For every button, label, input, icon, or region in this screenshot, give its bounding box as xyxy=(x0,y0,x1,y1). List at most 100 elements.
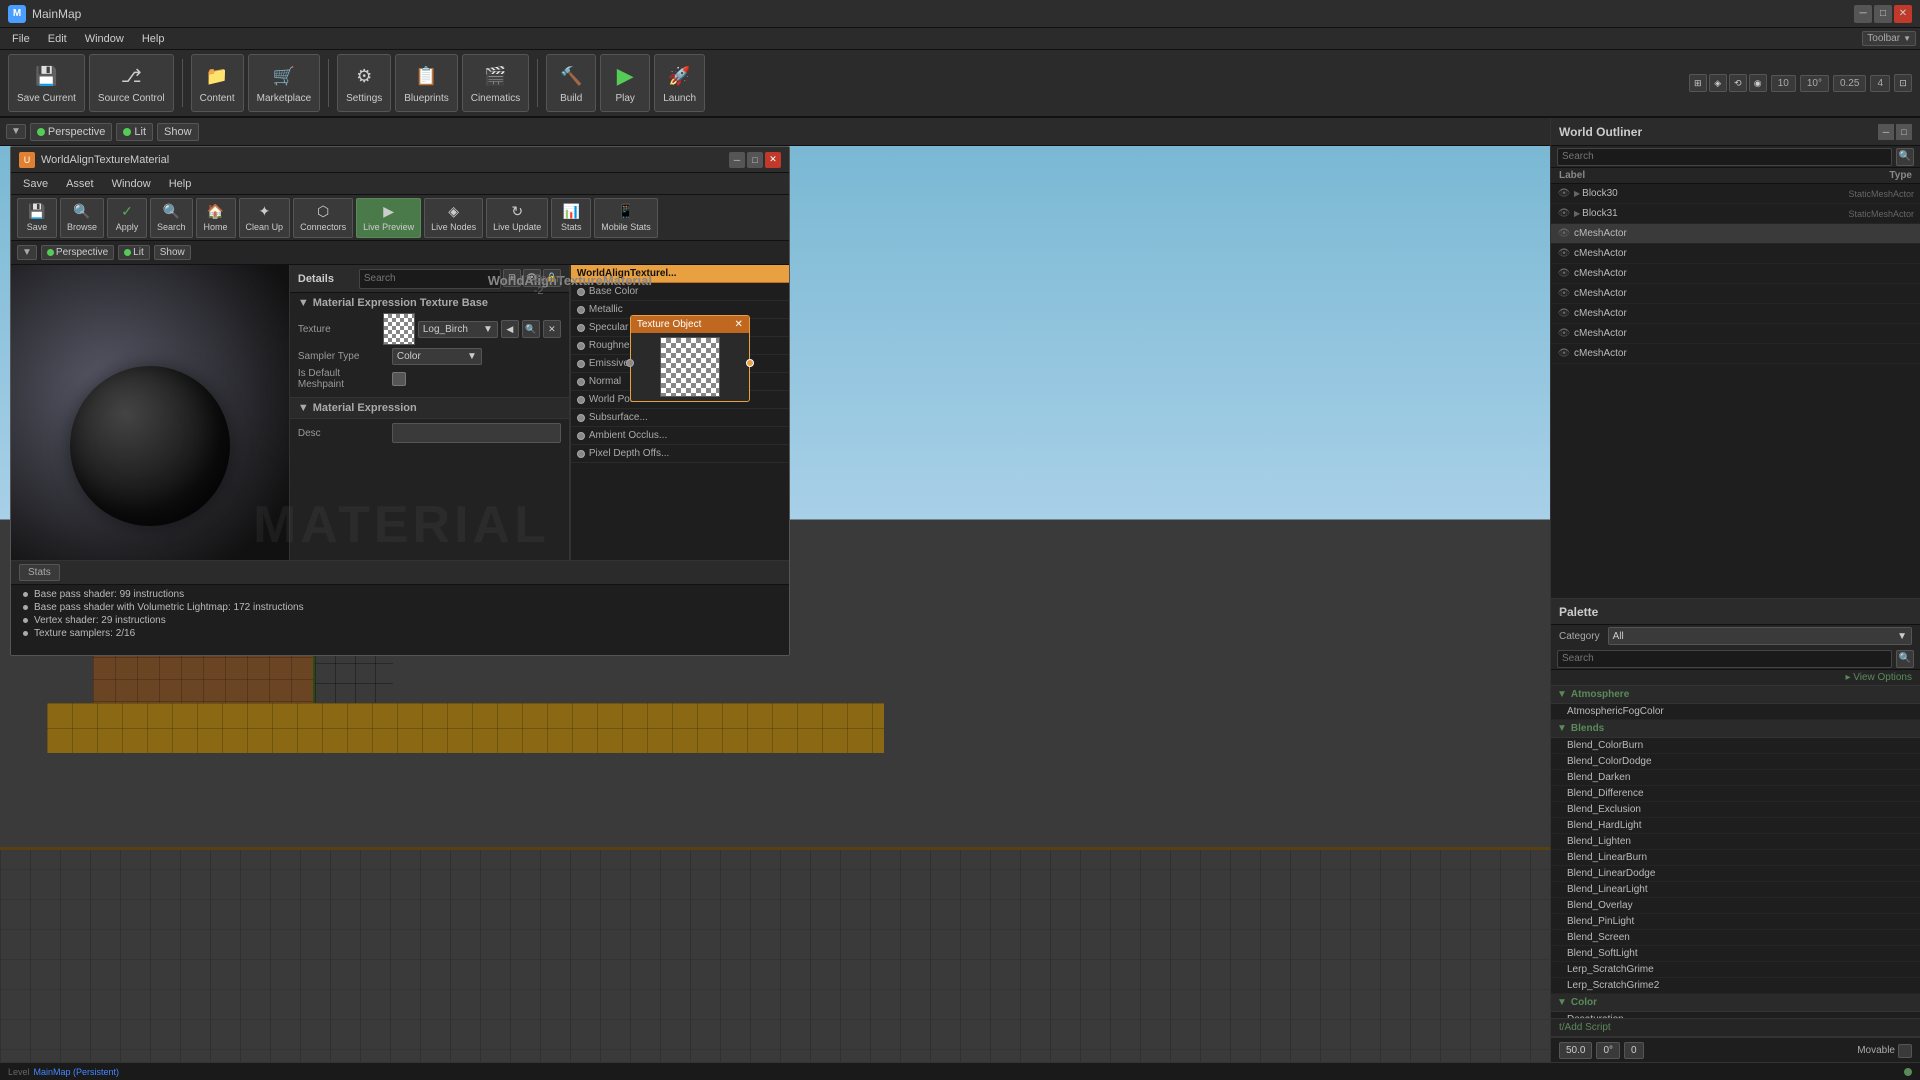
mat-menu-window[interactable]: Window xyxy=(104,176,159,192)
viewport-icon-3[interactable]: ⟲ xyxy=(1729,74,1747,92)
viewport-icon-1[interactable]: ⊞ xyxy=(1689,74,1707,92)
launch-button[interactable]: 🚀 Launch xyxy=(654,54,705,112)
palette-item-blend-lineardodge[interactable]: Blend_LinearDodge xyxy=(1551,866,1920,882)
play-button[interactable]: ▶ Play xyxy=(600,54,650,112)
outliner-row-2[interactable]: 👁 cMeshActor xyxy=(1551,224,1920,244)
outliner-row-4[interactable]: 👁 cMeshActor xyxy=(1551,264,1920,284)
palette-section-atmosphere[interactable]: ▼ Atmosphere xyxy=(1551,686,1920,704)
outliner-row-6[interactable]: 👁 cMeshActor xyxy=(1551,304,1920,324)
tex-node-close[interactable]: ✕ xyxy=(734,319,742,330)
outliner-row-8[interactable]: 👁 cMeshActor xyxy=(1551,344,1920,364)
vp-perspective-btn[interactable]: Perspective xyxy=(30,123,112,141)
content-button[interactable]: 📁 Content xyxy=(191,54,244,112)
mat-menu-help[interactable]: Help xyxy=(161,176,200,192)
outliner-row-5[interactable]: 👁 cMeshActor xyxy=(1551,284,1920,304)
mat-vp-show[interactable]: Show xyxy=(154,245,191,260)
mat-browse-btn[interactable]: 🔍 Browse xyxy=(60,198,104,238)
mat-menu-save[interactable]: Save xyxy=(15,176,56,192)
palette-cat-select[interactable]: All ▼ xyxy=(1608,627,1912,645)
outliner-search-icon[interactable]: 🔍 xyxy=(1896,148,1914,166)
mat-cleanup-btn[interactable]: ✦ Clean Up xyxy=(239,198,291,238)
palette-item-lerp-scratch[interactable]: Lerp_ScratchGrime xyxy=(1551,962,1920,978)
val-field-1[interactable]: 50.0 xyxy=(1559,1042,1592,1059)
vp-perspective-dropdown[interactable]: ▼ xyxy=(6,124,26,139)
mat-sampler-select[interactable]: Color ▼ xyxy=(392,348,482,365)
mat-apply-btn[interactable]: ✓ Apply xyxy=(107,198,147,238)
palette-item-blend-difference[interactable]: Blend_Difference xyxy=(1551,786,1920,802)
source-control-button[interactable]: ⎇ Source Control xyxy=(89,54,174,112)
mat-vp-dropdown[interactable]: ▼ xyxy=(17,245,37,260)
minimize-button[interactable]: ─ xyxy=(1854,5,1872,23)
palette-item-blend-linearlight[interactable]: Blend_LinearLight xyxy=(1551,882,1920,898)
outliner-search-input[interactable] xyxy=(1557,148,1892,166)
mat-mobilestats-btn[interactable]: 📱 Mobile Stats xyxy=(594,198,658,238)
save-current-button[interactable]: 💾 Save Current xyxy=(8,54,85,112)
outliner-row-7[interactable]: 👁 cMeshActor xyxy=(1551,324,1920,344)
palette-search-icon[interactable]: 🔍 xyxy=(1896,650,1914,668)
palette-view-options[interactable]: ▸ View Options xyxy=(1845,672,1912,683)
cinematics-button[interactable]: 🎬 Cinematics xyxy=(462,54,529,112)
mat-tex-clear[interactable]: ✕ xyxy=(543,320,561,338)
vp-lit-btn[interactable]: Lit xyxy=(116,123,153,141)
val-field-2[interactable]: 0° xyxy=(1596,1042,1620,1059)
mat-connectors-btn[interactable]: ⬡ Connectors xyxy=(293,198,353,238)
mat-tex-browse[interactable]: 🔍 xyxy=(522,320,540,338)
add-script-btn[interactable]: t/Add Script xyxy=(1559,1022,1611,1033)
settings-button[interactable]: ⚙ Settings xyxy=(337,54,391,112)
mat-defaultmesh-checkbox[interactable] xyxy=(392,372,406,386)
palette-item-blend-darken[interactable]: Blend_Darken xyxy=(1551,770,1920,786)
palette-item-blend-linearburn[interactable]: Blend_LinearBurn xyxy=(1551,850,1920,866)
mat-texture-select[interactable]: Log_Birch ▼ xyxy=(418,321,498,338)
outliner-maximize[interactable]: □ xyxy=(1896,124,1912,140)
menu-file[interactable]: File xyxy=(4,31,38,47)
mat-liveupdate-btn[interactable]: ↻ Live Update xyxy=(486,198,548,238)
val-field-3[interactable]: 0 xyxy=(1624,1042,1644,1059)
palette-item-blend-colorburn[interactable]: Blend_ColorBurn xyxy=(1551,738,1920,754)
mat-livenodes-btn[interactable]: ◈ Live Nodes xyxy=(424,198,483,238)
close-button[interactable]: ✕ xyxy=(1894,5,1912,23)
palette-section-blends[interactable]: ▼ Blends xyxy=(1551,720,1920,738)
palette-search-input[interactable] xyxy=(1557,650,1892,668)
details-search[interactable] xyxy=(359,269,501,289)
menu-edit[interactable]: Edit xyxy=(40,31,75,47)
maximize-button[interactable]: □ xyxy=(1874,5,1892,23)
mat-tex-nav-prev[interactable]: ◀ xyxy=(501,320,519,338)
mat-search-btn[interactable]: 🔍 Search xyxy=(150,198,193,238)
outliner-row-3[interactable]: 👁 cMeshActor xyxy=(1551,244,1920,264)
maximize-icon[interactable]: ⊡ xyxy=(1894,74,1912,92)
palette-item-blend-screen[interactable]: Blend_Screen xyxy=(1551,930,1920,946)
palette-item-atm-fog[interactable]: AtmosphericFogColor xyxy=(1551,704,1920,720)
outliner-row-0[interactable]: 👁 ▶ Block30 StaticMeshActor xyxy=(1551,184,1920,204)
blueprints-button[interactable]: 📋 Blueprints xyxy=(395,54,457,112)
mat-minimize[interactable]: ─ xyxy=(729,152,745,168)
menu-help[interactable]: Help xyxy=(134,31,173,47)
palette-item-blend-pinlight[interactable]: Blend_PinLight xyxy=(1551,914,1920,930)
palette-section-color[interactable]: ▼ Color xyxy=(1551,994,1920,1012)
palette-item-blend-lighten[interactable]: Blend_Lighten xyxy=(1551,834,1920,850)
outliner-row-1[interactable]: 👁 ▶ Block31 StaticMeshActor xyxy=(1551,204,1920,224)
build-button[interactable]: 🔨 Build xyxy=(546,54,596,112)
palette-item-blend-exclusion[interactable]: Blend_Exclusion xyxy=(1551,802,1920,818)
mat-menu-asset[interactable]: Asset xyxy=(58,176,102,192)
mat-home-btn[interactable]: 🏠 Home xyxy=(196,198,236,238)
mat-save-btn[interactable]: 💾 Save xyxy=(17,198,57,238)
palette-item-blend-colordodge[interactable]: Blend_ColorDodge xyxy=(1551,754,1920,770)
viewport-icon-4[interactable]: ◉ xyxy=(1749,74,1767,92)
marketplace-button[interactable]: 🛒 Marketplace xyxy=(248,54,320,112)
texture-node[interactable]: Texture Object ✕ xyxy=(630,315,750,402)
mat-maximize[interactable]: □ xyxy=(747,152,763,168)
menu-window[interactable]: Window xyxy=(77,31,132,47)
outliner-minimize[interactable]: ─ xyxy=(1878,124,1894,140)
palette-item-blend-softlight[interactable]: Blend_SoftLight xyxy=(1551,946,1920,962)
vp-show-btn[interactable]: Show xyxy=(157,123,199,141)
stats-tab[interactable]: Stats xyxy=(19,564,60,581)
viewport-icon-2[interactable]: ◈ xyxy=(1709,74,1727,92)
level-value[interactable]: MainMap (Persistent) xyxy=(34,1067,120,1077)
palette-item-lerp-scratch2[interactable]: Lerp_ScratchGrime2 xyxy=(1551,978,1920,994)
palette-item-blend-overlay[interactable]: Blend_Overlay xyxy=(1551,898,1920,914)
movable-checkbox[interactable] xyxy=(1898,1044,1912,1058)
mat-vp-lit[interactable]: Lit xyxy=(118,245,150,260)
palette-item-blend-hardlight[interactable]: Blend_HardLight xyxy=(1551,818,1920,834)
mat-livepreview-btn[interactable]: ▶ Live Preview xyxy=(356,198,421,238)
mat-stats-btn[interactable]: 📊 Stats xyxy=(551,198,591,238)
